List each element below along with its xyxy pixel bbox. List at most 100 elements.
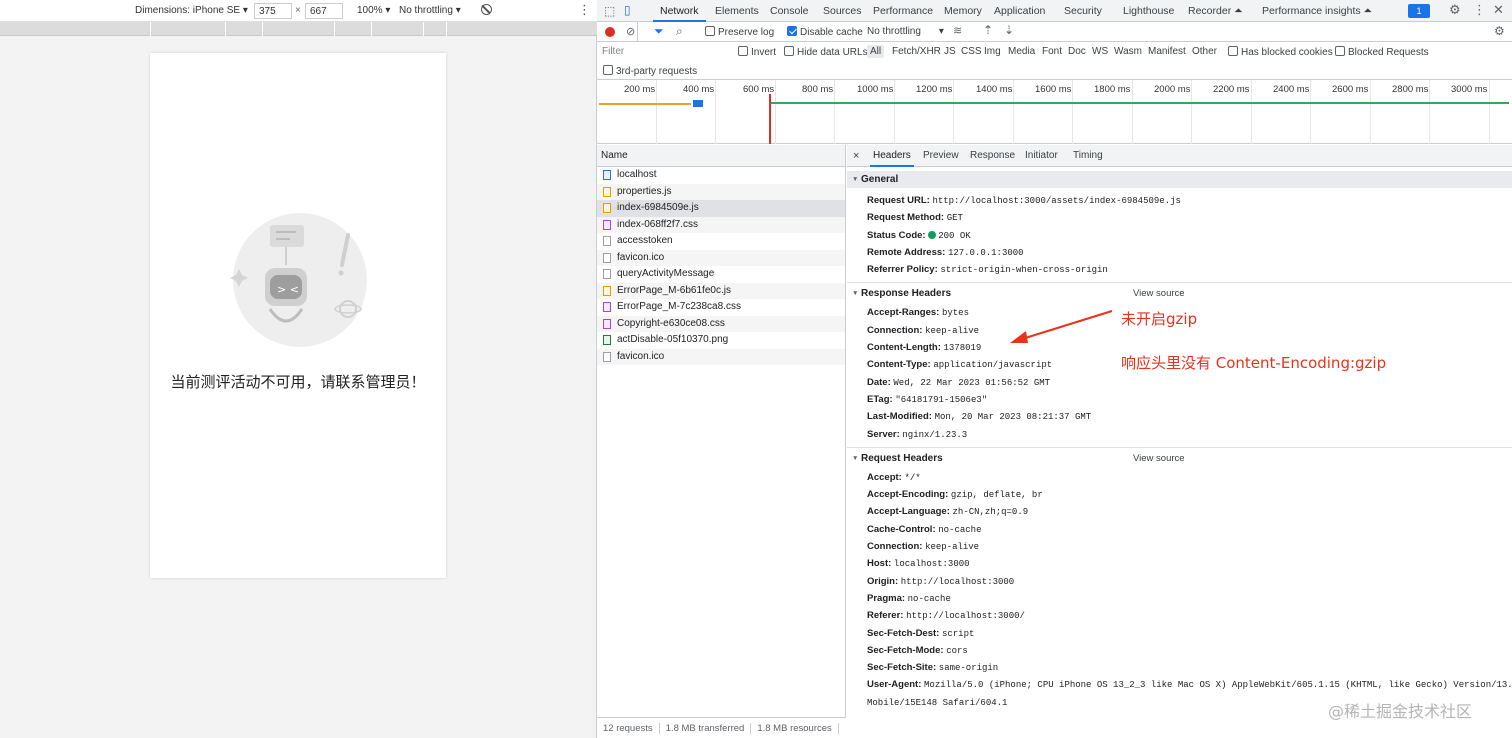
- network-conditions-icon[interactable]: ≋: [953, 24, 962, 37]
- type-filter-img[interactable]: Img: [981, 45, 1004, 58]
- tab-preview[interactable]: Preview: [923, 145, 959, 167]
- close-devtools-icon[interactable]: ✕: [1493, 2, 1504, 18]
- third-party-checkbox[interactable]: 3rd-party requests: [603, 65, 697, 77]
- tab-lighthouse[interactable]: Lighthouse: [1123, 0, 1174, 22]
- devtools-tabbar: ⬚ ▯ Network Elements Console Sources Per…: [597, 0, 1512, 22]
- request-row[interactable]: accesstoken: [597, 233, 845, 250]
- clear-icon[interactable]: ⊘: [626, 25, 635, 38]
- more-menu-icon[interactable]: ⋮: [1473, 2, 1486, 18]
- request-row[interactable]: index-6984509e.js: [597, 200, 845, 217]
- invert-checkbox[interactable]: Invert: [738, 46, 776, 58]
- type-filter-doc[interactable]: Doc: [1065, 45, 1089, 58]
- filter-input[interactable]: Filter: [602, 46, 732, 57]
- network-settings-gear-icon[interactable]: ⚙: [1494, 24, 1505, 38]
- request-name: ErrorPage_M-6b61fe0c.js: [617, 284, 731, 296]
- hide-data-urls-checkbox[interactable]: Hide data URLs: [784, 46, 868, 58]
- tab-sources[interactable]: Sources: [823, 0, 862, 22]
- network-overview-timeline[interactable]: 200 ms 400 ms 600 ms 800 ms 1000 ms 1200…: [597, 80, 1512, 144]
- type-filter-font[interactable]: Font: [1039, 45, 1065, 58]
- type-filter-wasm[interactable]: Wasm: [1111, 45, 1145, 58]
- header-key: Server:: [867, 428, 900, 440]
- request-row[interactable]: favicon.ico: [597, 249, 845, 266]
- tab-response[interactable]: Response: [970, 145, 1015, 167]
- rotate-icon[interactable]: [481, 4, 492, 15]
- issues-badge[interactable]: 1: [1408, 4, 1430, 18]
- type-filter-all[interactable]: All: [867, 45, 885, 58]
- request-headers-title: Request Headers: [861, 452, 943, 464]
- timeline-tick: 2000 ms: [1154, 84, 1191, 95]
- device-height-input[interactable]: [305, 3, 343, 19]
- record-icon[interactable]: [605, 27, 615, 37]
- inspect-element-icon[interactable]: ⬚: [604, 4, 615, 18]
- request-row[interactable]: actDisable-05f10370.png: [597, 332, 845, 349]
- tab-security[interactable]: Security: [1064, 0, 1102, 22]
- blocked-cookies-checkbox[interactable]: Has blocked cookies: [1228, 46, 1333, 58]
- preserve-log-label: Preserve log: [718, 27, 775, 38]
- request-row[interactable]: favicon.ico: [597, 348, 845, 365]
- type-filter-manifest[interactable]: Manifest: [1145, 45, 1189, 58]
- disable-cache-checkbox[interactable]: Disable cache: [787, 26, 863, 38]
- request-row[interactable]: ErrorPage_M-6b61fe0c.js: [597, 282, 845, 299]
- import-har-icon[interactable]: ⇡: [983, 23, 993, 37]
- request-view-source-link[interactable]: View source: [1133, 450, 1185, 467]
- settings-gear-icon[interactable]: ⚙: [1449, 2, 1461, 18]
- header-value: 127.0.0.1:3000: [947, 247, 1024, 258]
- device-throttling-select[interactable]: No throttling ▾: [399, 5, 461, 16]
- response-headers-section-header[interactable]: Response Headers View source: [847, 285, 1512, 302]
- device-dimensions-select[interactable]: Dimensions: iPhone SE ▾: [135, 5, 248, 16]
- more-options-icon[interactable]: ⋮: [578, 2, 591, 18]
- type-filter-ws[interactable]: WS: [1089, 45, 1111, 58]
- request-headers-section-header[interactable]: Request Headers View source: [847, 450, 1512, 467]
- file-doc-icon: [603, 170, 611, 180]
- request-row[interactable]: ErrorPage_M-7c238ca8.css: [597, 299, 845, 316]
- tab-network[interactable]: Network: [653, 0, 706, 22]
- tab-application[interactable]: Application: [994, 0, 1045, 22]
- request-row[interactable]: index-068ff2f7.css: [597, 216, 845, 233]
- header-value: http://localhost:3000/: [906, 611, 1025, 622]
- request-row[interactable]: Copyright-e630ce08.css: [597, 315, 845, 332]
- tab-console[interactable]: Console: [770, 0, 809, 22]
- tab-memory[interactable]: Memory: [944, 0, 982, 22]
- preserve-log-checkbox[interactable]: Preserve log: [705, 26, 774, 38]
- tab-timing[interactable]: Timing: [1073, 145, 1103, 167]
- type-filter-media[interactable]: Media: [1005, 45, 1038, 58]
- tab-recorder[interactable]: Recorder ⏶: [1188, 0, 1243, 22]
- name-column-header[interactable]: Name: [597, 145, 845, 167]
- network-summary-bar: 12 requests 1.8 MB transferred 1.8 MB re…: [597, 717, 846, 738]
- device-width-input[interactable]: [254, 3, 292, 19]
- device-toolbar-icon[interactable]: ▯: [624, 3, 631, 17]
- search-icon[interactable]: ⌕: [676, 24, 683, 39]
- general-section-header[interactable]: General: [847, 171, 1512, 188]
- tab-headers[interactable]: Headers: [870, 145, 914, 167]
- timeline-tick: 1400 ms: [976, 84, 1013, 95]
- header-value: nginx/1.23.3: [902, 429, 968, 440]
- header-key: Host:: [867, 558, 892, 570]
- header-row: Connection: keep-alive: [847, 538, 1512, 555]
- media-query-ruler[interactable]: [0, 22, 597, 36]
- timeline-tick: 800 ms: [802, 84, 834, 95]
- dropdown-arrow-icon: ▾: [938, 26, 944, 37]
- response-view-source-link[interactable]: View source: [1133, 285, 1185, 302]
- type-filter-fetch-xhr[interactable]: Fetch/XHR: [889, 45, 944, 58]
- zoom-select[interactable]: 100% ▾: [357, 5, 390, 16]
- filter-funnel-icon[interactable]: ⏷: [654, 24, 664, 39]
- tab-performance-insights[interactable]: Performance insights ⏶: [1262, 0, 1372, 22]
- network-throttling-select[interactable]: No throttling ▾: [867, 26, 944, 37]
- request-row[interactable]: localhost: [597, 167, 845, 184]
- blocked-requests-checkbox[interactable]: Blocked Requests: [1335, 46, 1429, 58]
- export-har-icon[interactable]: ⇣: [1004, 23, 1014, 37]
- header-value: 200 OK: [938, 230, 971, 241]
- header-value: no-cache: [938, 524, 982, 535]
- tab-performance[interactable]: Performance: [873, 0, 933, 22]
- close-details-icon[interactable]: ×: [853, 145, 859, 167]
- request-row[interactable]: properties.js: [597, 183, 845, 200]
- timeline-tick: 2200 ms: [1213, 84, 1250, 95]
- disable-cache-label: Disable cache: [800, 27, 863, 38]
- header-row: Request URL: http://localhost:3000/asset…: [847, 192, 1512, 209]
- header-key: Referrer Policy:: [867, 264, 938, 276]
- type-filter-other[interactable]: Other: [1189, 45, 1220, 58]
- request-row[interactable]: queryActivityMessage: [597, 266, 845, 283]
- type-filter-js[interactable]: JS: [941, 45, 959, 58]
- tab-elements[interactable]: Elements: [715, 0, 759, 22]
- tab-initiator[interactable]: Initiator: [1025, 145, 1058, 167]
